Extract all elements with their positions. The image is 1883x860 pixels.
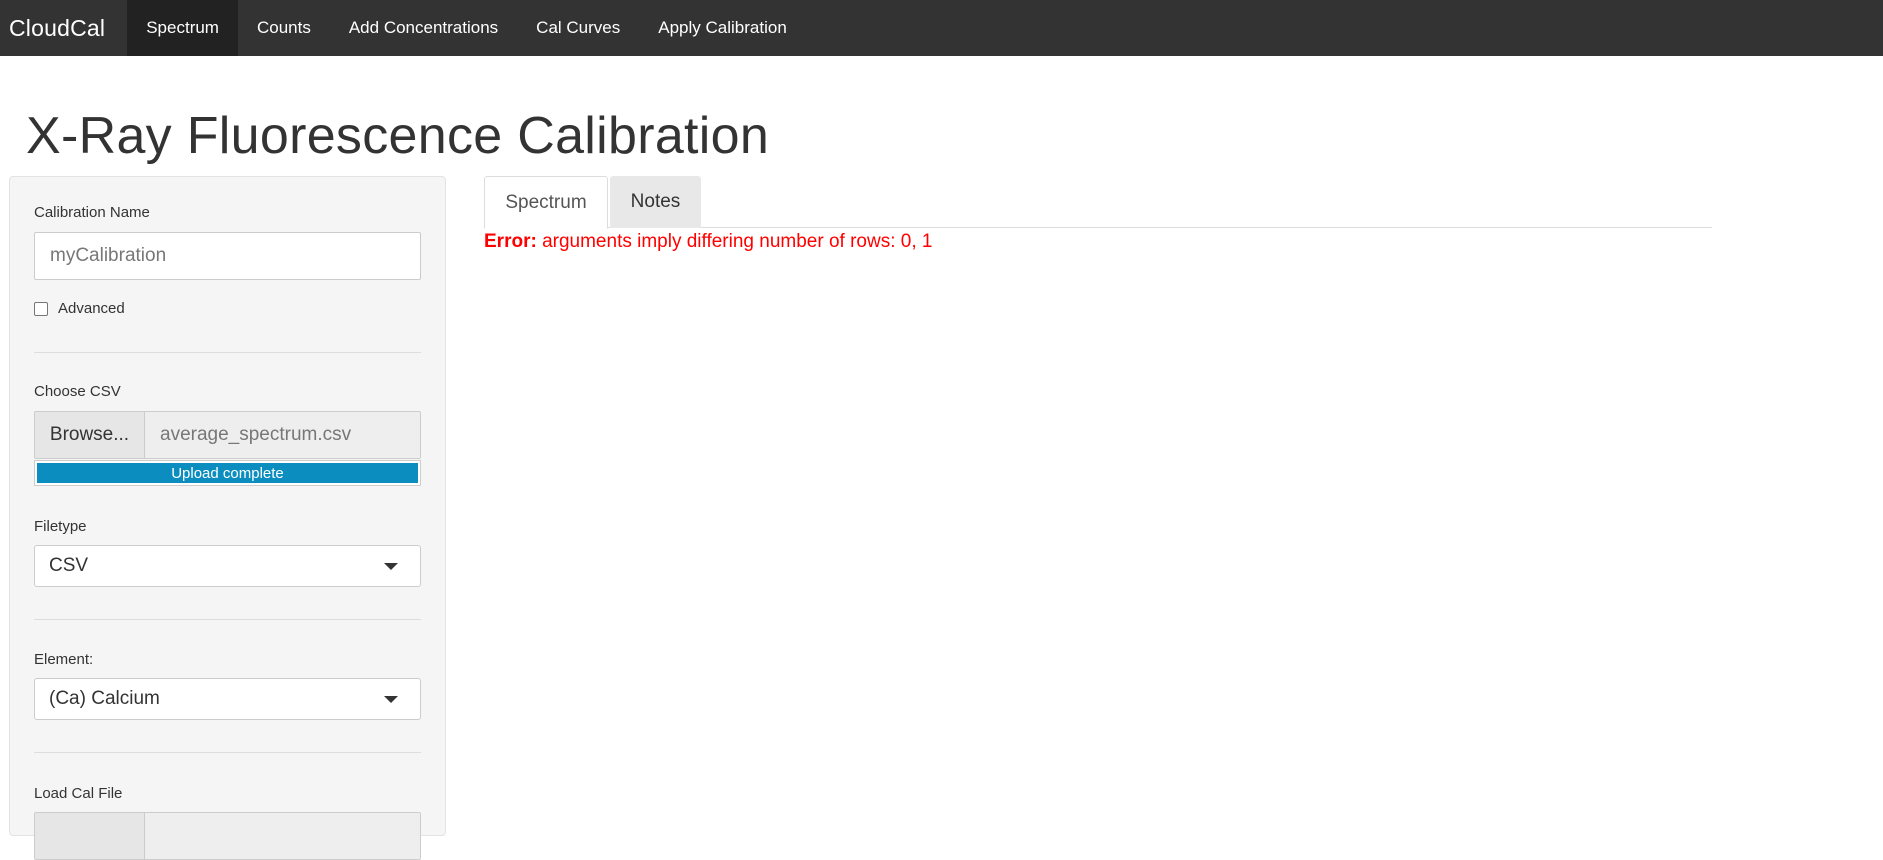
divider [34,352,421,353]
nav-item-cal-curves[interactable]: Cal Curves [517,0,639,56]
tab-bar: Spectrum Notes [484,176,1712,229]
error-text: arguments imply differing number of rows… [542,231,933,252]
divider [34,619,421,620]
cal-file-name [145,813,420,859]
advanced-label: Advanced [58,300,125,317]
error-message: Error: arguments imply differing number … [484,231,932,253]
error-prefix: Error: [484,231,537,252]
caret-down-icon [384,563,398,570]
caret-down-icon [384,696,398,703]
top-navbar: CloudCal Spectrum Counts Add Concentrati… [0,0,1883,56]
filetype-value: CSV [49,555,89,576]
calibration-name-label: Calibration Name [34,204,150,221]
filetype-label: Filetype [34,518,87,535]
nav-item-apply-calibration[interactable]: Apply Calibration [639,0,806,56]
filetype-select[interactable]: CSV [34,545,421,587]
choose-csv-label: Choose CSV [34,383,121,400]
browse-button[interactable] [35,813,145,859]
element-select[interactable]: (Ca) Calcium [34,678,421,720]
divider [34,752,421,753]
browse-button[interactable]: Browse... [35,412,145,458]
calibration-name-input[interactable] [34,232,421,280]
tab-spectrum[interactable]: Spectrum [484,176,608,229]
sidebar-panel: Calibration Name Advanced Choose CSV Bro… [9,176,446,860]
nav-item-add-concentrations[interactable]: Add Concentrations [330,0,517,56]
page-title: X-Ray Fluorescence Calibration [26,107,770,165]
csv-file-name: average_spectrum.csv [145,412,420,458]
upload-progress: Upload complete [34,460,421,486]
advanced-checkbox-row[interactable]: Advanced [34,300,125,317]
element-label: Element: [34,651,94,668]
brand-logo[interactable]: CloudCal [0,0,114,56]
load-cal-file-input[interactable] [34,812,421,860]
load-cal-file-label: Load Cal File [34,785,123,802]
upload-progress-bar: Upload complete [37,463,418,483]
nav-item-spectrum[interactable]: Spectrum [127,0,238,56]
element-value: (Ca) Calcium [49,688,160,709]
advanced-checkbox[interactable] [34,301,48,316]
csv-file-input[interactable]: Browse... average_spectrum.csv [34,411,421,459]
tab-notes[interactable]: Notes [610,176,701,228]
nav-item-counts[interactable]: Counts [238,0,330,56]
